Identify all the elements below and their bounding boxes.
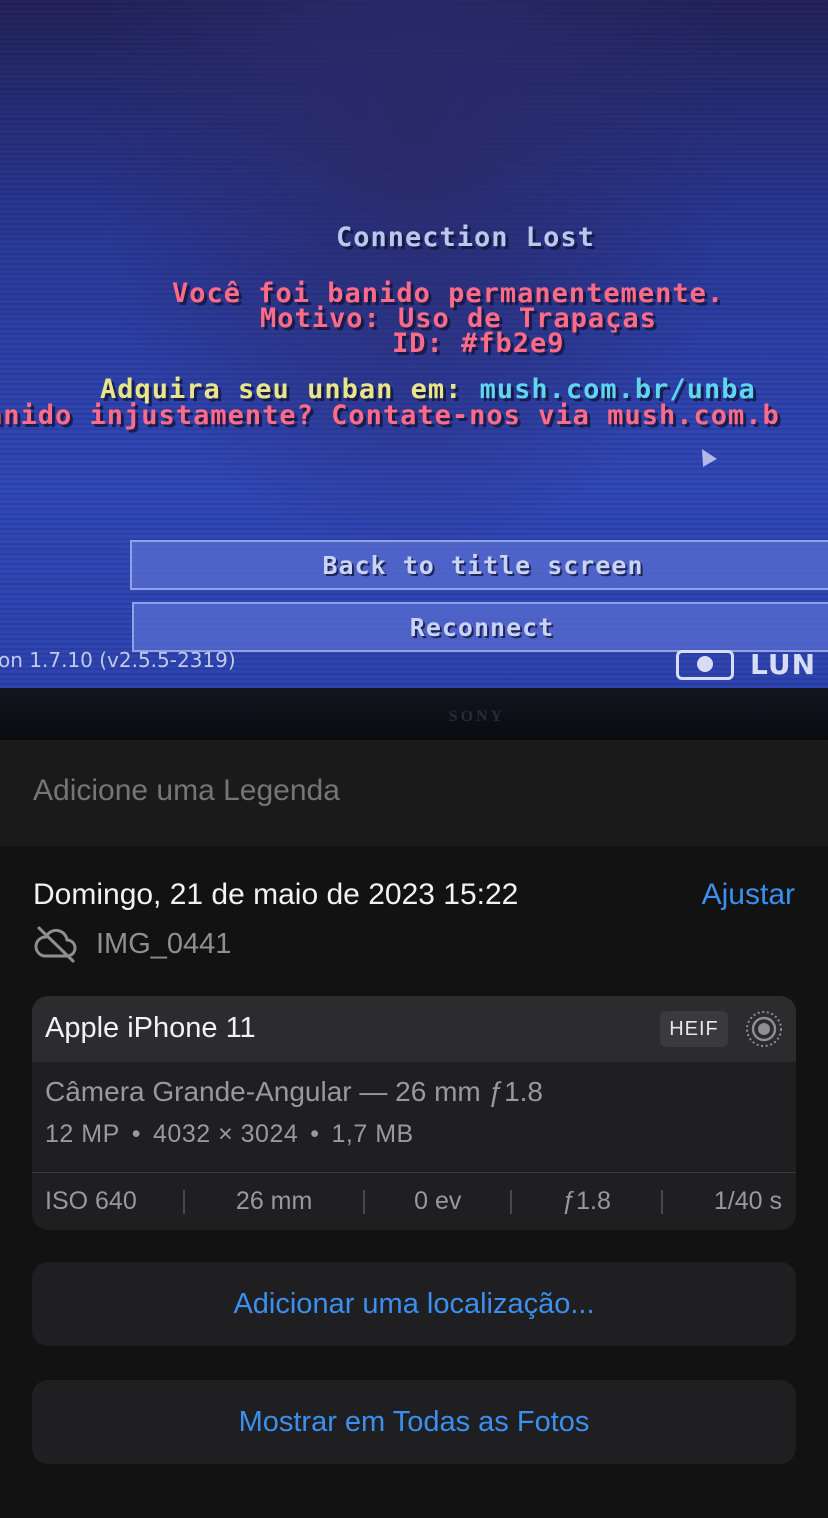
add-location-button[interactable]: Adicionar uma localização... [32,1262,796,1346]
exif-iso: ISO 640 [45,1187,137,1215]
adjust-date-button[interactable]: Ajustar [702,878,795,912]
exif-aperture: ƒ1.8 [562,1187,611,1215]
live-photo-icon [746,1011,782,1047]
exif-focal-length: 26 mm [235,1187,313,1215]
game-version: on 1.7.10 (v2.5.5-2319) [0,648,236,672]
file-name: IMG_0441 [96,928,232,960]
separator-dot: • [131,1120,142,1148]
lens-info: Câmera Grande-Angular — 26 mm ƒ1.8 [45,1076,543,1107]
megapixels: 12 MP [45,1120,120,1148]
game-id-line: ID: #fb2e9 [392,328,565,359]
exif-exposure: 0 ev [414,1187,462,1215]
exif-shutter: 1/40 s [713,1187,782,1215]
dimensions: 4032 × 3024 [153,1120,299,1148]
image-specs: 12 MP • 4032 × 3024 • 1,7 MB [45,1120,414,1149]
photo-view[interactable]: Connection Lost Você foi banido permanen… [0,0,828,740]
device-name: Apple iPhone 11 [45,1012,256,1044]
camera-card-header: Apple iPhone 11 HEIF [32,996,796,1062]
tv-brand: SONY [448,708,506,725]
client-logo-text: LUN [750,648,817,681]
cloud-slash-icon [34,926,77,963]
format-badge: HEIF [660,1011,728,1047]
exif-row: ISO 640 26 mm 0 ev ƒ1.8 1/40 s [32,1173,796,1230]
photo-date: Domingo, 21 de maio de 2023 15:22 [33,878,519,911]
file-size: 1,7 MB [331,1120,414,1148]
game-unfair-line: anido injustamente? Contate-nos via mush… [0,400,780,431]
game-reconnect-button: Reconnect [132,602,828,652]
show-in-all-photos-button[interactable]: Mostrar em Todas as Fotos [32,1380,796,1464]
separator-dot: • [310,1120,320,1148]
game-back-button: Back to title screen [130,540,828,590]
caption-input[interactable] [33,774,793,808]
game-title: Connection Lost [336,222,595,253]
client-logo-icon [676,650,734,680]
camera-info-card: Apple iPhone 11 HEIF Câmera Grande-Angul… [32,996,796,1230]
